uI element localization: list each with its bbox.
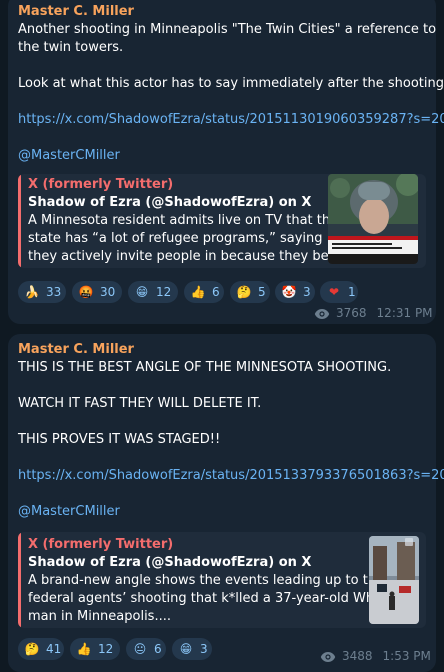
reaction-chip[interactable]: 😁 12: [128, 281, 178, 303]
mention-link[interactable]: @MasterCMiller: [18, 503, 120, 521]
preview-title: Shadow of Ezra (@ShadowofEzra) on X: [28, 195, 312, 210]
grinning-face-emoji-icon: 😁: [179, 642, 193, 656]
message-text-line: THIS IS THE BEST ANGLE OF THE MINNESOTA …: [18, 360, 392, 375]
message-bubble[interactable]: Master C. Miller THIS IS THE BEST ANGLE …: [8, 334, 444, 672]
preview-accent-bar: [18, 532, 21, 628]
red-heart-emoji-icon: ❤: [328, 285, 340, 299]
reaction-chip[interactable]: 🤬 30: [72, 281, 122, 303]
preview-description-line: A brand-new angle shows the events leadi…: [28, 573, 385, 588]
view-count: 3488: [342, 649, 373, 663]
message-text-line: the twin towers.: [18, 40, 124, 55]
thinking-face-emoji-icon: 🤔: [236, 285, 252, 299]
reaction-chip[interactable]: ❤ 1: [320, 281, 358, 303]
message-meta: 3488 1:53 PM: [320, 648, 431, 664]
link-preview[interactable]: X (formerly Twitter) Shadow of Ezra (@Sh…: [18, 532, 426, 628]
message-text-line: Another shooting in Minneapolis "The Twi…: [18, 22, 437, 37]
message-link[interactable]: https://x.com/ShadowofEzra/status/201511…: [18, 111, 444, 129]
reaction-count: 1: [348, 285, 356, 299]
eye-icon: [314, 309, 330, 319]
reaction-chip[interactable]: 🤡 3: [275, 281, 315, 303]
preview-thumbnail[interactable]: [369, 536, 419, 624]
street-photo-image: [369, 536, 419, 624]
preview-description-line: man in Minneapolis....: [28, 609, 171, 624]
reaction-count: 12: [156, 285, 172, 299]
message-text-line: Look at what this actor has to say immed…: [18, 76, 444, 91]
message-bubble[interactable]: Master C. Miller Another shooting in Min…: [8, 0, 444, 324]
message-text-line: THIS PROVES IT WAS STAGED!!: [18, 432, 221, 447]
message-text-line: WATCH IT FAST THEY WILL DELETE IT.: [18, 396, 262, 411]
news-photo-image: [328, 174, 418, 264]
clown-face-emoji-icon: 🤡: [281, 285, 297, 299]
message-time: 1:53 PM: [382, 649, 431, 663]
reaction-count: 3: [303, 285, 311, 299]
reaction-count: 3: [200, 642, 208, 656]
reaction-count: 6: [212, 285, 220, 299]
preview-description-line: they actively invite people in because t…: [28, 249, 345, 264]
mention-link[interactable]: @MasterCMiller: [18, 147, 120, 165]
message-author[interactable]: Master C. Miller: [18, 342, 134, 358]
preview-thumbnail[interactable]: [328, 174, 418, 264]
preview-description-line: state has “a lot of refugee programs,” s…: [28, 231, 323, 246]
banana-emoji-icon: 🍌: [24, 285, 40, 299]
message-meta: 3768 12:31 PM: [314, 305, 433, 321]
reaction-count: 12: [98, 642, 114, 656]
thumbs-up-emoji-icon: 👍: [76, 642, 92, 656]
preview-description-line: A Minnesota resident admits live on TV t…: [28, 213, 339, 228]
cursing-face-emoji-icon: 🤬: [78, 285, 94, 299]
reactions-row: 🍌 33 🤬 30 😁 12 👍 6 🤔 5 🤡 3 ❤ 1: [18, 281, 426, 303]
reaction-count: 5: [258, 285, 266, 299]
thinking-face-emoji-icon: 🤔: [24, 642, 40, 656]
reaction-chip[interactable]: 🍌 33: [18, 281, 66, 303]
preview-description-line: federal agents’ shooting that k*lled a 3…: [28, 591, 391, 606]
message-time: 12:31 PM: [376, 306, 433, 320]
reaction-chip[interactable]: 😁 3: [172, 638, 212, 660]
reaction-count: 41: [46, 642, 62, 656]
reaction-chip[interactable]: 👍 12: [70, 638, 120, 660]
preview-accent-bar: [18, 174, 21, 268]
reaction-chip[interactable]: 😐 6: [126, 638, 166, 660]
reaction-chip[interactable]: 👍 6: [184, 281, 224, 303]
link-preview[interactable]: X (formerly Twitter) Shadow of Ezra (@Sh…: [18, 174, 426, 268]
reaction-count: 6: [154, 642, 162, 656]
reaction-chip[interactable]: 🤔 41: [18, 638, 64, 660]
view-count: 3768: [336, 306, 367, 320]
preview-site-name: X (formerly Twitter): [28, 537, 174, 552]
message-link[interactable]: https://x.com/ShadowofEzra/status/201513…: [18, 467, 444, 485]
reaction-count: 33: [46, 285, 62, 299]
thumbs-up-emoji-icon: 👍: [190, 285, 206, 299]
message-author[interactable]: Master C. Miller: [18, 4, 134, 20]
eye-icon: [320, 652, 336, 662]
reaction-count: 30: [100, 285, 116, 299]
preview-title: Shadow of Ezra (@ShadowofEzra) on X: [28, 555, 312, 570]
grinning-face-emoji-icon: 😁: [135, 285, 149, 299]
neutral-face-emoji-icon: 😐: [133, 642, 147, 656]
reaction-chip[interactable]: 🤔 5: [230, 281, 270, 303]
preview-site-name: X (formerly Twitter): [28, 177, 174, 192]
